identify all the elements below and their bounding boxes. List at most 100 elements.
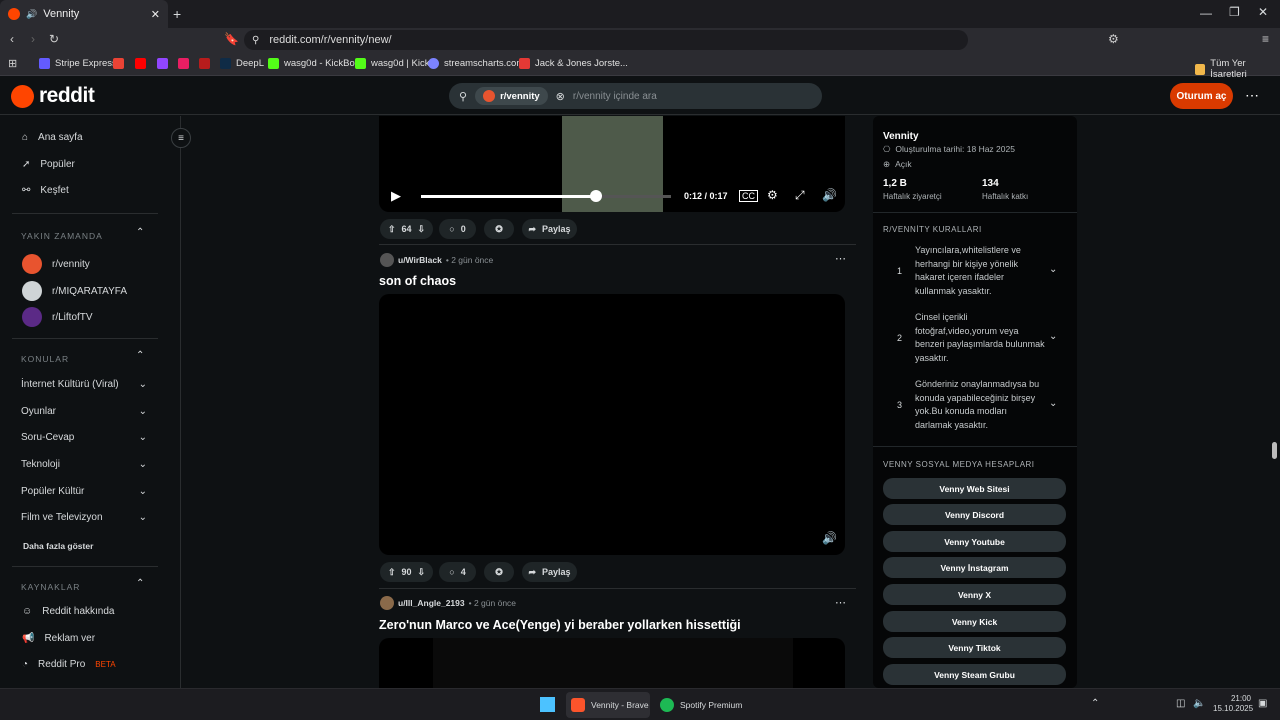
social-link-button[interactable]: Venny Tiktok [883,637,1066,658]
sidebar-toggle-button[interactable]: ≡ [171,128,191,148]
taskbar-brave[interactable]: Vennity - Brave [566,692,650,718]
social-link-button[interactable]: Venny Web Sitesi [883,478,1066,499]
topic-item[interactable]: Teknoloji ⌄ [21,459,147,470]
share-button[interactable]: ➦ Paylaş [522,562,577,582]
recent-section-title[interactable]: YAKIN ZAMANDA [21,231,103,241]
user-avatar-icon[interactable] [380,596,394,610]
apps-icon[interactable]: ⊞ [8,57,17,70]
reddit-logo[interactable]: reddit [11,84,95,108]
a-icon[interactable] [199,58,210,69]
restore-icon[interactable]: ❐ [1229,5,1240,19]
site-info-icon[interactable]: ⚲ [252,35,259,46]
rule-item[interactable]: 2 Cinsel içerikli fotoğraf,video,yorum v… [873,309,1077,373]
nav-home[interactable]: ⌂ Ana sayfa [22,132,83,143]
bookmark-stripe[interactable]: Stripe Express [39,58,117,69]
bookmark-streamscharts[interactable]: streamscharts.com [428,58,524,69]
speaker-icon[interactable]: 🔈 [1193,698,1205,709]
search-bar[interactable]: ⚲ r/vennity ⊗ r/vennity içinde ara [449,83,822,109]
social-link-button[interactable]: Venny X [883,584,1066,605]
search-community-chip[interactable]: r/vennity [475,87,548,105]
resource-pro[interactable]: ◔ Reddit Pro BETA [22,659,116,670]
volume-icon[interactable]: 🔊 [822,188,837,202]
bookmark-icon[interactable]: 🔖 [224,32,239,46]
social-link-button[interactable]: Venny Discord [883,504,1066,525]
new-tab-icon[interactable]: + [173,6,181,22]
browser-tab[interactable]: 🔊 Vennity ✕ [0,0,168,28]
award-button[interactable]: ✪ [484,562,514,582]
minimize-icon[interactable]: — [1200,6,1212,20]
post-author[interactable]: u/WirBlack [398,255,442,265]
upvote-icon[interactable]: ⇧ [388,567,396,578]
bookmark-deepl[interactable]: DeepL [220,58,264,69]
fullscreen-icon[interactable]: ⤢ [795,188,805,203]
extensions-icon[interactable]: ⚙ [1108,32,1119,46]
resources-section-title[interactable]: KAYNAKLAR [21,582,80,592]
volume-icon[interactable]: 🔊 [822,531,837,545]
slack-icon[interactable] [178,58,189,69]
close-tab-icon[interactable]: ✕ [151,8,160,21]
topics-section-title[interactable]: KONULAR [21,354,69,364]
tray-chevron-icon[interactable]: ⌃ [1091,698,1099,709]
upvote-icon[interactable]: ⇧ [388,224,396,235]
post-author[interactable]: u/Ill_Angle_2193 [398,598,465,608]
resource-about[interactable]: ☺ Reddit hakkında [22,606,115,617]
forward-icon[interactable]: › [31,32,35,46]
show-more-button[interactable]: Daha fazla göster [23,541,93,551]
wifi-icon[interactable]: ◫ [1176,698,1185,709]
rule-item[interactable]: 3 Gönderiniz onaylanmadıysa bu konuda ya… [873,376,1077,440]
play-icon[interactable]: ▶ [391,188,401,204]
share-button[interactable]: ➦ Paylaş [522,219,577,239]
address-bar[interactable]: ⚲ reddit.com/r/vennity/new/ [244,30,968,50]
captions-icon[interactable]: CC [739,190,758,202]
comments-button[interactable]: ○ 0 [439,219,476,239]
collapse-recent-icon[interactable]: ⌃ [136,227,144,238]
windows-start-icon[interactable] [540,697,555,712]
nav-explore[interactable]: ⚯ Keşfet [22,185,69,196]
reload-icon[interactable]: ↻ [49,32,59,46]
video-player[interactable]: 🔊 [379,294,845,555]
progress-knob[interactable] [590,190,602,202]
menu-icon[interactable]: ≡ [1262,32,1269,46]
topic-item[interactable]: İnternet Kültürü (Viral) ⌄ [21,379,147,390]
more-options-icon[interactable]: ⋯ [1245,87,1259,104]
downvote-icon[interactable]: ⇩ [418,567,426,578]
downvote-icon[interactable]: ⇩ [418,224,426,235]
back-icon[interactable]: ‹ [10,32,14,46]
video-player[interactable] [379,638,845,688]
bookmark-kickbot[interactable]: wasg0d - KickBot [268,58,357,69]
recent-liftoftv[interactable]: r/LiftofTV [22,307,93,327]
collapse-topics-icon[interactable]: ⌃ [136,350,144,361]
taskbar-spotify[interactable]: Spotify Premium [656,692,748,718]
notification-icon[interactable]: ▣ [1258,698,1267,709]
video-player[interactable]: ▶ 0:12 / 0:17 CC ⚙ ⤢ 🔊 [379,116,845,212]
social-link-button[interactable]: Venny Steam Grubu [883,664,1066,685]
post-options-icon[interactable]: ⋯ [835,596,846,609]
gmail-icon[interactable] [113,58,124,69]
award-button[interactable]: ✪ [484,219,514,239]
clear-chip-icon[interactable]: ⊗ [556,90,565,103]
topic-item[interactable]: Soru-Cevap ⌄ [21,432,147,443]
youtube-icon[interactable] [135,58,146,69]
recent-vennity[interactable]: r/vennity [22,254,90,274]
rule-item[interactable]: 1 Yayıncılara,whitelistlere ve herhangi … [873,242,1077,306]
close-window-icon[interactable]: ✕ [1258,5,1268,19]
comments-button[interactable]: ○ 4 [439,562,476,582]
collapse-resources-icon[interactable]: ⌃ [136,578,144,589]
post-options-icon[interactable]: ⋯ [835,252,846,265]
social-link-button[interactable]: Venny Youtube [883,531,1066,552]
progress-track[interactable] [421,190,671,202]
nav-popular[interactable]: ➚ Popüler [22,159,75,170]
resource-advertise[interactable]: 📢 Reklam ver [22,633,95,644]
topic-item[interactable]: Popüler Kültür ⌄ [21,486,147,497]
social-link-button[interactable]: Venny İnstagram [883,557,1066,578]
settings-icon[interactable]: ⚙ [767,188,778,202]
login-button[interactable]: Oturum aç [1170,83,1233,109]
topic-item[interactable]: Film ve Televizyon ⌄ [21,512,147,523]
post-title[interactable]: son of chaos [379,274,456,288]
topic-item[interactable]: Oyunlar ⌄ [21,406,147,417]
recent-miqaratayfa[interactable]: r/MIQARATAYFA [22,281,127,301]
social-link-button[interactable]: Venny Kick [883,611,1066,632]
bookmark-jackjones[interactable]: Jack & Jones Jorste... [519,58,628,69]
page-scrollbar-thumb[interactable] [1272,442,1277,459]
twitch-icon[interactable] [157,58,168,69]
